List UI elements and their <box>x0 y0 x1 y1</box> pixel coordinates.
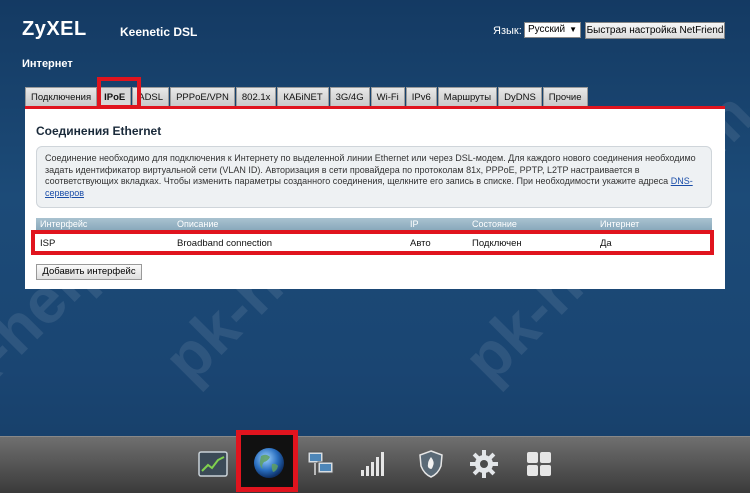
tab-connections[interactable]: Подключения <box>25 87 98 106</box>
chart-icon[interactable] <box>198 449 228 479</box>
panel-title: Соединения Ethernet <box>36 124 162 138</box>
language-label: Язык: <box>493 25 522 37</box>
signal-bars-icon[interactable] <box>358 449 388 479</box>
tab-pppoe-vpn[interactable]: PPPoE/VPN <box>170 87 235 106</box>
device-model: Keenetic DSL <box>120 25 198 39</box>
language-select[interactable]: Русский ▼ <box>524 22 581 38</box>
tab-3g4g[interactable]: 3G/4G <box>329 87 370 106</box>
add-interface-button[interactable]: Добавить интерфейс <box>36 264 142 280</box>
zyxel-logo: ZyXEL <box>22 18 87 40</box>
shield-icon[interactable] <box>416 449 446 479</box>
info-box: Соединение необходимо для подключения к … <box>36 146 712 208</box>
tab-8021x[interactable]: 802.1x <box>235 87 277 106</box>
grid-icon[interactable] <box>524 449 554 479</box>
tab-highlight-frame <box>97 77 141 109</box>
tab-other[interactable]: Прочие <box>542 87 588 106</box>
globe-icon[interactable] <box>252 446 286 480</box>
tab-ipv6[interactable]: IPv6 <box>405 87 437 106</box>
content-panel: Соединения Ethernet Соединение необходим… <box>25 106 725 289</box>
gear-icon[interactable] <box>469 449 499 479</box>
quick-setup-button[interactable]: Быстрая настройка NetFriend <box>585 22 725 39</box>
section-title: Интернет <box>22 58 73 70</box>
dropdown-arrow-icon: ▼ <box>569 25 577 34</box>
tab-kabinet[interactable]: КАБiNET <box>277 87 329 106</box>
language-value: Русский <box>528 24 566 35</box>
tab-wifi[interactable]: Wi-Fi <box>370 87 405 106</box>
tab-dydns[interactable]: DyDNS <box>498 87 542 106</box>
network-icon[interactable] <box>306 449 336 479</box>
info-text: Соединение необходимо для подключения к … <box>45 153 696 186</box>
tab-routes[interactable]: Маршруты <box>437 87 498 106</box>
row-highlight-frame <box>31 230 714 255</box>
